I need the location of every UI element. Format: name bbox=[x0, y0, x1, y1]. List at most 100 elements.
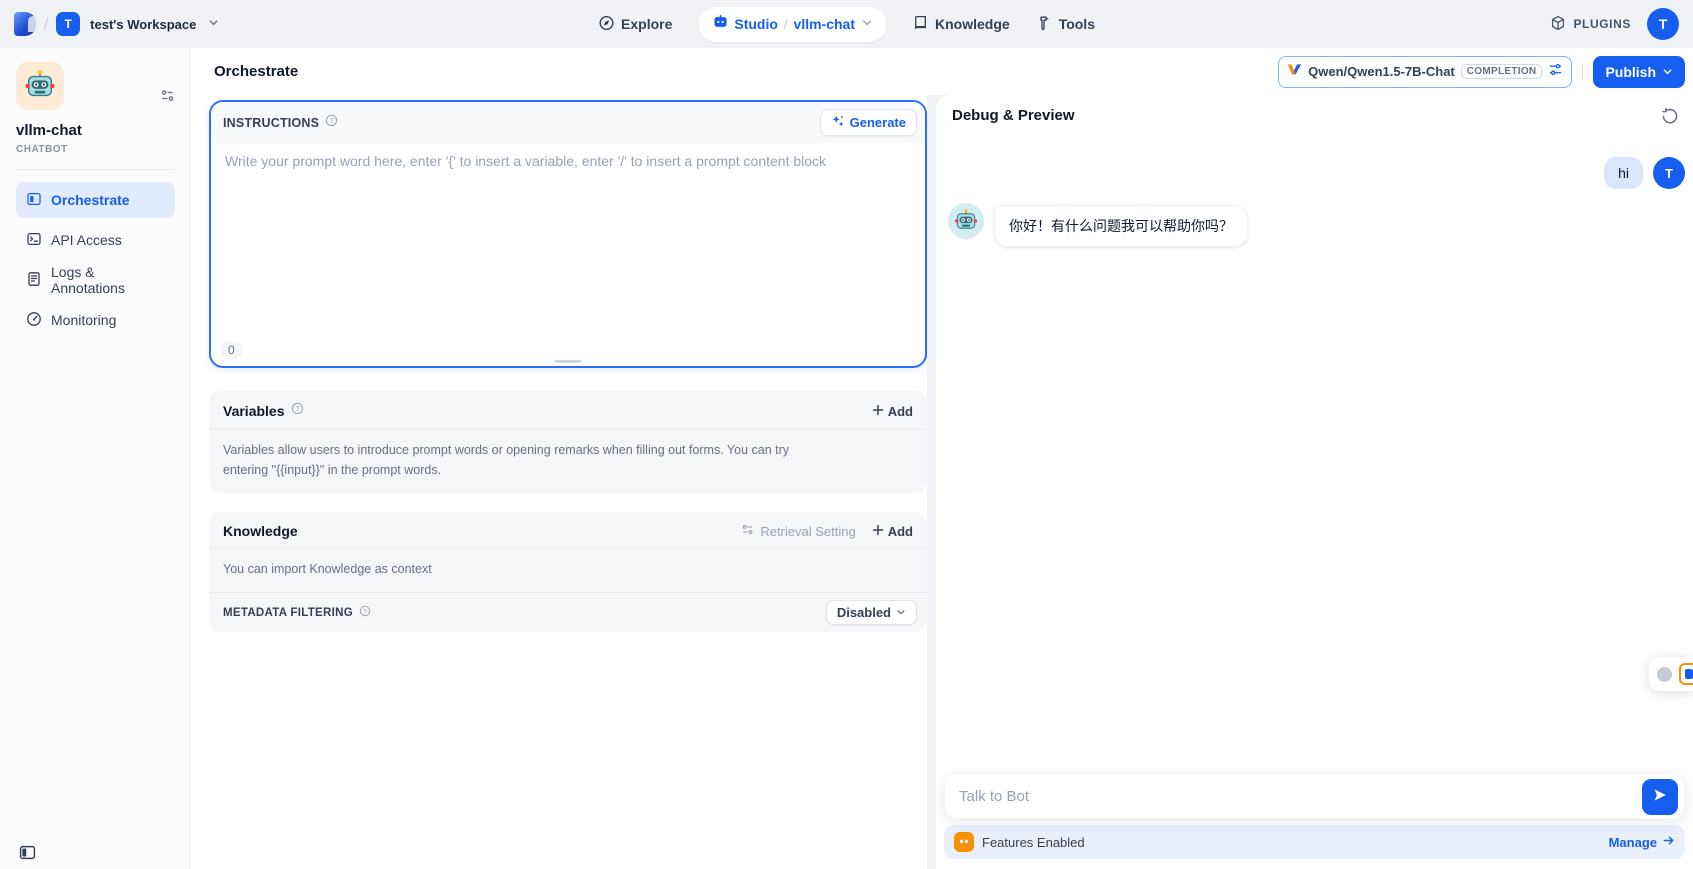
nav-tools-label: Tools bbox=[1059, 16, 1095, 32]
send-button[interactable] bbox=[1642, 779, 1678, 815]
svg-text:?: ? bbox=[330, 118, 334, 125]
sidebar-item-api-access[interactable]: API Access bbox=[16, 222, 175, 258]
sparkles-icon bbox=[831, 114, 845, 131]
instructions-panel: INSTRUCTIONS ? Generate 0 bbox=[209, 100, 927, 368]
debug-preview-title: Debug & Preview bbox=[952, 107, 1075, 124]
debug-preview-panel: Debug & Preview hi T bbox=[936, 95, 1693, 869]
nav-knowledge-label: Knowledge bbox=[935, 16, 1010, 32]
user-avatar[interactable]: T bbox=[1647, 8, 1679, 40]
model-params-icon[interactable] bbox=[1548, 62, 1563, 82]
chat-message-bot: 你好！有什么问题我可以帮助你吗？ bbox=[948, 203, 1685, 247]
app-settings-icon[interactable] bbox=[160, 88, 175, 108]
document-icon bbox=[26, 271, 42, 290]
manage-features-link[interactable]: Manage bbox=[1609, 834, 1675, 850]
retrieval-setting-label: Retrieval Setting bbox=[760, 524, 855, 539]
help-icon: ? bbox=[325, 114, 338, 132]
collapse-sidebar-icon[interactable] bbox=[19, 844, 36, 866]
metadata-filtering-row: METADATA FILTERING ? Disabled bbox=[209, 592, 927, 632]
model-selector[interactable]: Qwen/Qwen1.5-7B-Chat COMPLETION bbox=[1278, 56, 1572, 88]
char-count: 0 bbox=[221, 342, 242, 358]
sidebar-item-logs[interactable]: Logs & Annotations bbox=[16, 262, 175, 298]
arrow-right-icon bbox=[1662, 834, 1675, 850]
chevron-down-icon bbox=[1662, 64, 1673, 80]
metadata-filtering-value: Disabled bbox=[837, 605, 891, 620]
sliders-icon bbox=[741, 523, 754, 539]
add-variable-button[interactable]: Add bbox=[872, 404, 913, 419]
chevron-down-icon bbox=[896, 605, 906, 620]
prompt-editor[interactable] bbox=[211, 143, 925, 321]
book-icon bbox=[912, 15, 928, 34]
variables-description: Variables allow users to introduce promp… bbox=[209, 430, 845, 493]
terminal-icon bbox=[26, 231, 42, 250]
user-chat-avatar: T bbox=[1653, 157, 1685, 189]
add-knowledge-button[interactable]: Add bbox=[872, 524, 913, 539]
sidebar-item-label: Logs & Annotations bbox=[51, 264, 165, 296]
package-icon bbox=[1550, 15, 1566, 34]
generate-button[interactable]: Generate bbox=[820, 109, 917, 136]
instructions-title: INSTRUCTIONS bbox=[223, 116, 319, 130]
workspace-name: test's Workspace bbox=[90, 17, 196, 32]
nav-current-app: vllm-chat bbox=[794, 16, 855, 32]
svg-text:?: ? bbox=[363, 608, 367, 615]
variables-panel: Variables ? Add Variables allow users to… bbox=[209, 391, 927, 493]
plugins-label: PLUGINS bbox=[1573, 17, 1631, 31]
knowledge-panel: Knowledge Retrieval Setting bbox=[209, 512, 927, 632]
orchestrate-config: INSTRUCTIONS ? Generate 0 Vari bbox=[209, 95, 927, 869]
plus-icon bbox=[872, 404, 884, 419]
app-icon[interactable] bbox=[16, 62, 64, 110]
separator: / bbox=[784, 17, 788, 32]
robot-emoji-icon bbox=[953, 208, 979, 234]
generate-label: Generate bbox=[850, 115, 906, 130]
gauge-icon bbox=[26, 311, 42, 330]
dify-logo[interactable] bbox=[14, 12, 36, 36]
nav-explore-label: Explore bbox=[621, 16, 672, 32]
floating-helper-widget[interactable] bbox=[1649, 657, 1693, 691]
knowledge-description: You can import Knowledge as context bbox=[209, 549, 927, 592]
restart-conversation-icon[interactable] bbox=[1661, 107, 1679, 130]
divider bbox=[16, 169, 175, 170]
sidebar-item-monitoring[interactable]: Monitoring bbox=[16, 302, 175, 338]
top-nav: / T test's Workspace Explore Studio / vl… bbox=[0, 0, 1693, 48]
nav-explore[interactable]: Explore bbox=[598, 15, 672, 34]
vllm-logo-icon bbox=[1287, 62, 1302, 82]
bot-message-bubble: 你好！有什么问题我可以帮助你吗？ bbox=[994, 205, 1248, 247]
chevron-down-icon[interactable] bbox=[861, 15, 872, 33]
hammer-icon bbox=[1036, 15, 1052, 34]
talk-to-bot-input[interactable] bbox=[945, 774, 1624, 818]
workspace-avatar: T bbox=[56, 12, 80, 36]
status-dot bbox=[1657, 667, 1672, 682]
app-sidebar: vllm-chat CHATBOT Orchestrate API Access… bbox=[0, 48, 190, 869]
plugins-button[interactable]: PLUGINS bbox=[1550, 15, 1631, 34]
send-icon bbox=[1652, 787, 1668, 808]
explore-icon bbox=[598, 15, 614, 34]
model-name: Qwen/Qwen1.5-7B-Chat bbox=[1308, 64, 1455, 79]
model-mode-badge: COMPLETION bbox=[1461, 64, 1543, 79]
divider bbox=[1582, 64, 1583, 80]
workspace-switcher[interactable]: / T test's Workspace bbox=[14, 12, 219, 36]
features-bar: Features Enabled Manage bbox=[944, 825, 1685, 859]
sidebar-item-label: Monitoring bbox=[51, 312, 116, 328]
nav-studio-active[interactable]: Studio / vllm-chat bbox=[698, 7, 886, 42]
nav-tools[interactable]: Tools bbox=[1036, 15, 1095, 34]
plus-icon bbox=[872, 524, 884, 539]
nav-knowledge[interactable]: Knowledge bbox=[912, 15, 1010, 34]
robot-icon bbox=[712, 14, 728, 35]
chat-message-user: hi T bbox=[948, 157, 1685, 189]
brand-mini-icon bbox=[1679, 663, 1693, 685]
help-icon: ? bbox=[291, 402, 304, 420]
nav-studio-label: Studio bbox=[734, 16, 778, 32]
metadata-filtering-dropdown[interactable]: Disabled bbox=[826, 600, 917, 625]
resize-handle[interactable] bbox=[555, 360, 581, 363]
user-message-bubble: hi bbox=[1604, 157, 1643, 189]
retrieval-setting-button[interactable]: Retrieval Setting bbox=[741, 523, 855, 539]
chevron-down-icon bbox=[208, 15, 219, 33]
main-area: Orchestrate Qwen/Qwen1.5-7B-Chat COMPLET… bbox=[190, 48, 1693, 869]
separator: / bbox=[44, 16, 48, 33]
app-type-badge: CHATBOT bbox=[16, 144, 175, 155]
publish-button[interactable]: Publish bbox=[1593, 56, 1685, 88]
help-icon: ? bbox=[359, 604, 371, 622]
sidebar-item-orchestrate[interactable]: Orchestrate bbox=[16, 182, 175, 218]
main-header: Orchestrate Qwen/Qwen1.5-7B-Chat COMPLET… bbox=[190, 48, 1693, 95]
add-label: Add bbox=[888, 404, 913, 419]
page-title: Orchestrate bbox=[214, 63, 298, 80]
